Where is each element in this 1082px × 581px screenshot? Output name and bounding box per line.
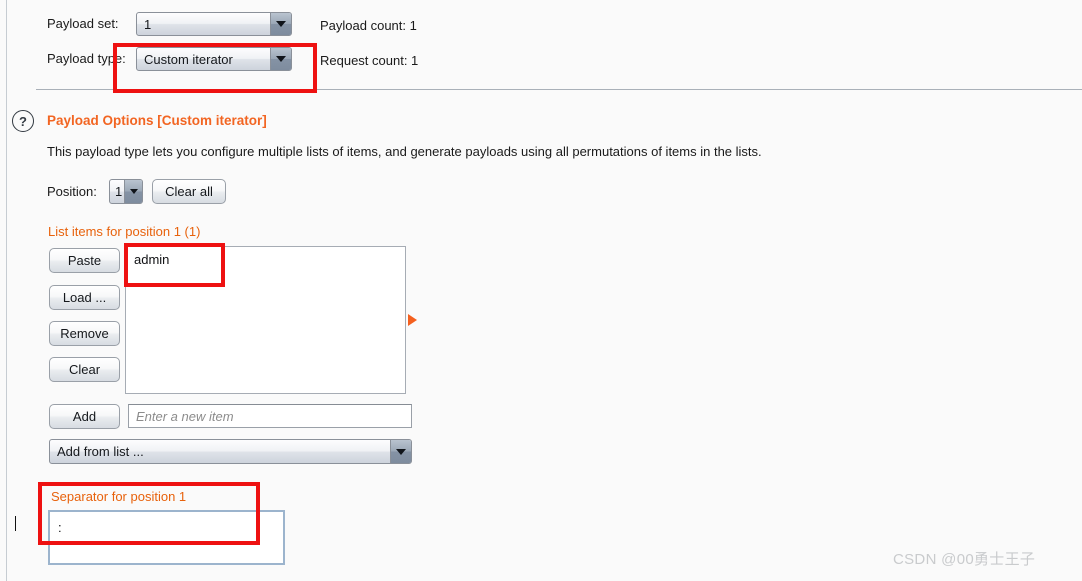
payload-set-value: 1	[144, 16, 152, 32]
clear-button[interactable]: Clear	[49, 357, 120, 382]
separator-heading: Separator for position 1	[51, 489, 187, 504]
chevron-down-icon[interactable]	[124, 180, 142, 203]
add-from-list-dropdown[interactable]: Add from list ...	[49, 439, 412, 464]
payload-options-panel: Payload set: 1 Payload count: 1 Payload …	[0, 0, 1082, 581]
question-mark-icon[interactable]: ?	[12, 110, 34, 132]
triangle-right-icon	[408, 314, 417, 326]
payload-count-label: Payload count: 1	[320, 18, 417, 33]
add-button[interactable]: Add	[49, 404, 120, 429]
list-items-heading: List items for position 1 (1)	[48, 224, 201, 239]
payload-items-listbox[interactable]: admin	[125, 246, 406, 394]
payload-type-value: Custom iterator	[144, 51, 233, 67]
separator-value: :	[58, 520, 62, 535]
list-item[interactable]: admin	[134, 252, 169, 267]
paste-button[interactable]: Paste	[49, 248, 120, 273]
payload-set-dropdown[interactable]: 1	[136, 12, 292, 36]
payload-options-description: This payload type lets you configure mul…	[47, 144, 762, 159]
watermark-text: CSDN @00勇士王子	[893, 551, 1036, 568]
chevron-down-icon[interactable]	[270, 48, 291, 70]
payload-options-title: Payload Options [Custom iterator]	[47, 113, 267, 128]
separator-textarea[interactable]: :	[48, 510, 285, 565]
payload-type-dropdown[interactable]: Custom iterator	[136, 47, 292, 71]
payload-type-label: Payload type:	[47, 51, 126, 66]
remove-button[interactable]: Remove	[49, 321, 120, 346]
request-count-label: Request count: 1	[320, 53, 419, 68]
position-value: 1	[115, 184, 123, 199]
load-button[interactable]: Load ...	[49, 285, 120, 310]
new-item-input[interactable]	[128, 404, 412, 428]
section-divider	[36, 89, 1082, 90]
add-from-list-value: Add from list ...	[57, 444, 144, 459]
chevron-down-icon[interactable]	[270, 13, 291, 35]
panel-left-border	[6, 0, 7, 581]
position-dropdown[interactable]: 1	[109, 179, 143, 204]
text-caret	[15, 516, 16, 531]
payload-set-label: Payload set:	[47, 16, 119, 31]
position-label: Position:	[47, 184, 97, 199]
chevron-down-icon[interactable]	[390, 440, 411, 463]
clear-all-button[interactable]: Clear all	[152, 179, 226, 204]
